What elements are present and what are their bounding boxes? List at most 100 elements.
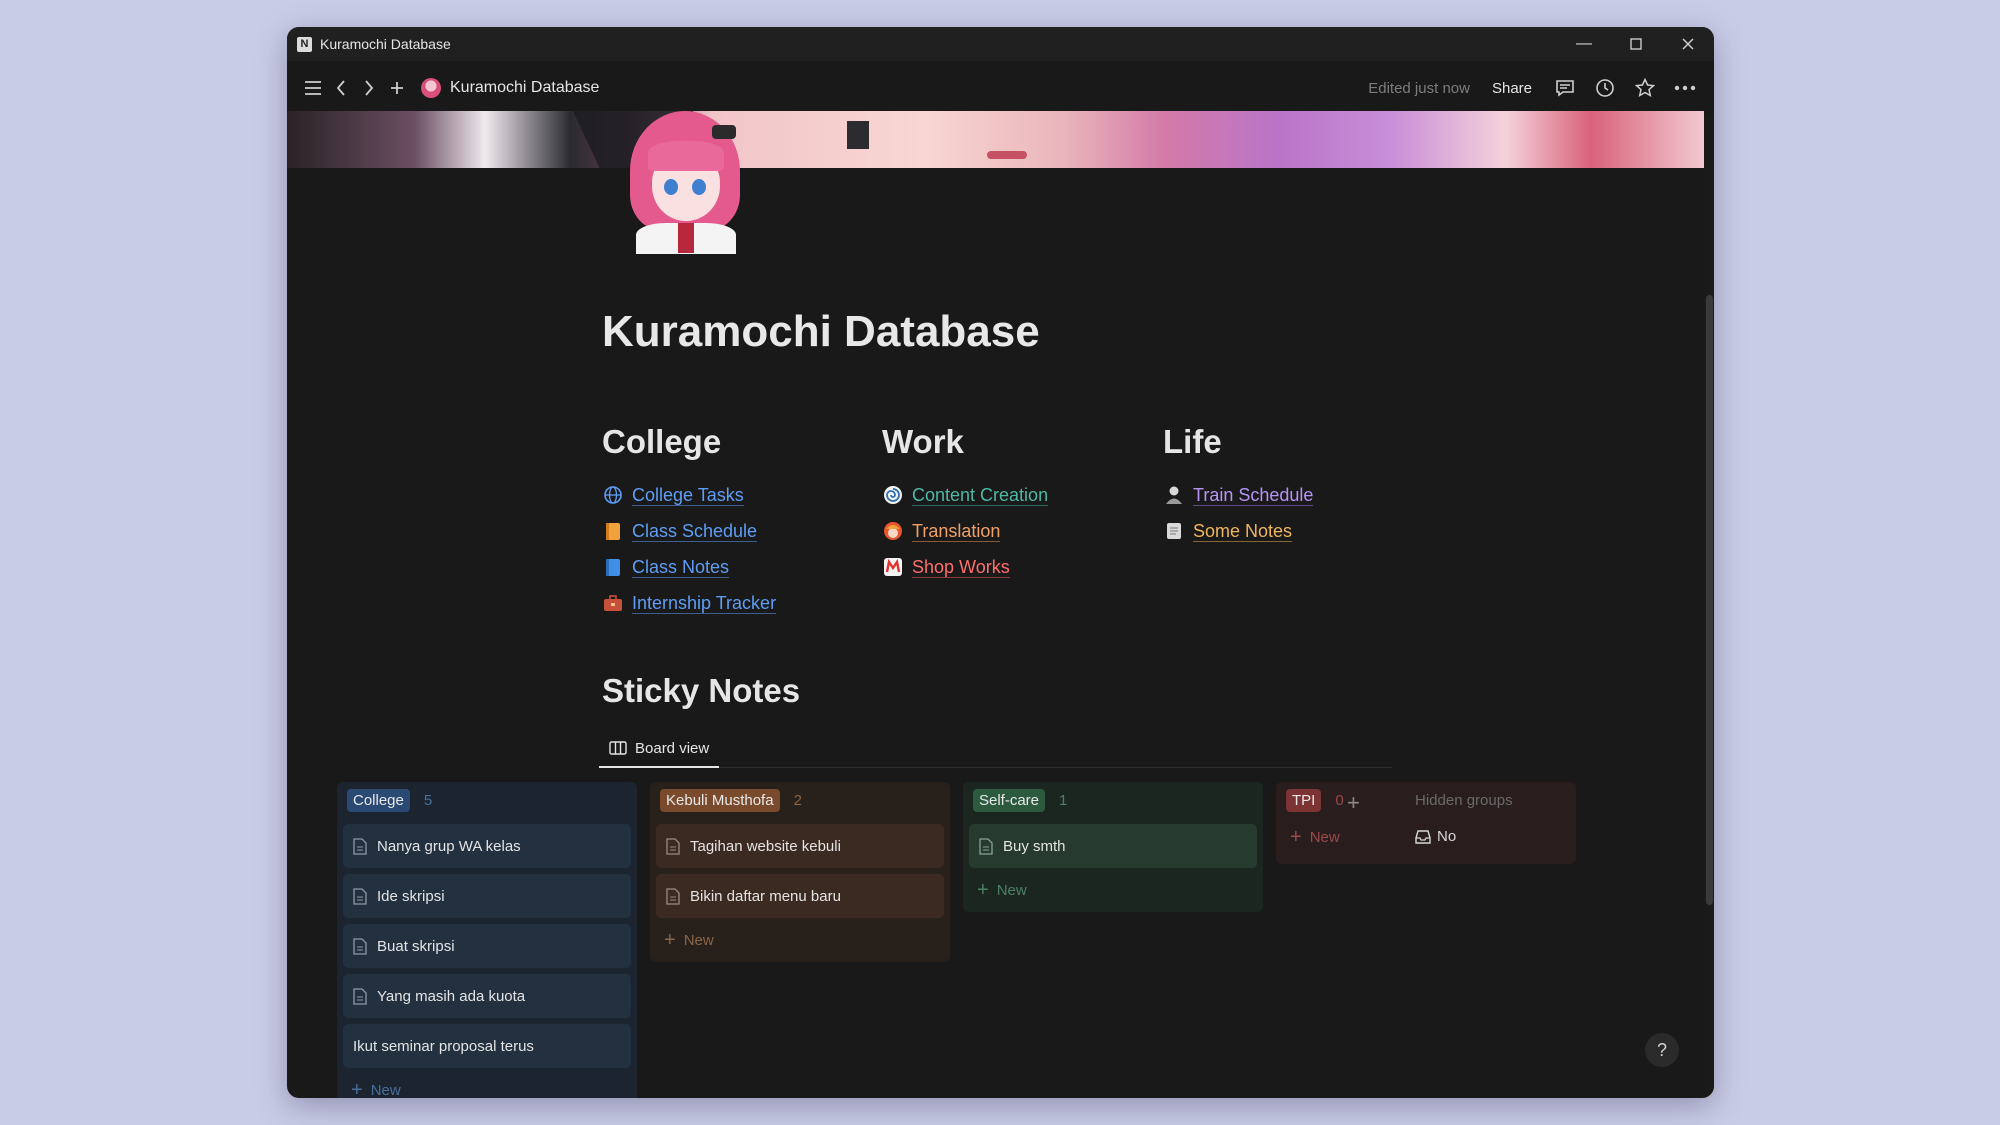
card-title: Ikut seminar proposal terus	[353, 1037, 534, 1055]
link-some-notes[interactable]: Some Notes	[1163, 513, 1313, 549]
page-doc-icon	[353, 887, 367, 905]
new-label: New	[1309, 828, 1340, 846]
add-group-button[interactable]: +	[1347, 790, 1360, 816]
notebook-blue-icon	[602, 556, 624, 578]
view-tabs: Board view	[599, 730, 1392, 768]
section-heading: Work	[882, 423, 964, 460]
more-options-icon[interactable]	[1670, 73, 1700, 103]
new-label: New	[683, 931, 714, 949]
hidden-group-item[interactable]: No	[1415, 828, 1456, 845]
new-card-button[interactable]: + New	[656, 918, 944, 962]
link-college-tasks[interactable]: College Tasks	[602, 477, 776, 513]
tab-label: Board view	[635, 739, 710, 757]
board-card[interactable]: Tagihan website kebuli	[656, 824, 944, 868]
note-icon	[1163, 520, 1185, 542]
page-doc-icon	[353, 837, 367, 855]
section-work: Work Content Creation Translation Shop W…	[882, 423, 1049, 585]
scrollbar-thumb[interactable]	[1706, 295, 1713, 905]
minimize-icon[interactable]: —	[1558, 27, 1610, 61]
link-train-schedule[interactable]: Train Schedule	[1163, 477, 1314, 513]
link-content-creation[interactable]: Content Creation	[882, 477, 1049, 513]
board-card[interactable]: Buat skripsi	[343, 924, 631, 968]
column-count: 1	[1059, 791, 1068, 809]
board-card[interactable]: Yang masih ada kuota	[343, 974, 631, 1018]
page-doc-icon	[353, 987, 367, 1005]
link-shop-works[interactable]: Shop Works	[882, 549, 1048, 585]
card-title: Yang masih ada kuota	[377, 987, 526, 1005]
plus-icon: +	[351, 1078, 363, 1099]
shop-logo-icon	[882, 556, 904, 578]
link-translation[interactable]: Translation	[882, 513, 1048, 549]
new-card-button[interactable]: + New	[343, 1068, 631, 1099]
link-label: Content Creation	[912, 484, 1049, 506]
person-icon	[1163, 484, 1185, 506]
help-button[interactable]: ?	[1645, 1033, 1679, 1067]
column-header[interactable]: College 5	[343, 782, 631, 818]
favorite-star-icon[interactable]	[1630, 73, 1660, 103]
share-button[interactable]: Share	[1492, 80, 1532, 97]
link-internship-tracker[interactable]: Internship Tracker	[602, 585, 777, 621]
briefcase-icon	[602, 592, 624, 614]
inbox-icon	[1415, 829, 1431, 844]
card-title: Bikin daftar menu baru	[690, 887, 841, 905]
link-label: College Tasks	[632, 484, 744, 506]
new-card-button[interactable]: + New	[969, 868, 1257, 912]
window-title: Kuramochi Database	[320, 36, 451, 52]
plus-icon: +	[664, 928, 676, 951]
board-card[interactable]: Ikut seminar proposal terus	[343, 1024, 631, 1068]
page-doc-icon	[353, 937, 367, 955]
window-controls: —	[1558, 27, 1714, 61]
page-icon-avatar[interactable]	[612, 111, 754, 254]
column-tag: College	[347, 788, 410, 812]
notebook-orange-icon	[602, 520, 624, 542]
column-header[interactable]: Kebuli Musthofa 2	[656, 782, 944, 818]
tab-board-view[interactable]: Board view	[599, 730, 719, 768]
forward-icon[interactable]	[355, 74, 383, 102]
menu-icon[interactable]	[299, 74, 327, 102]
history-clock-icon[interactable]	[1590, 73, 1620, 103]
link-label: Class Notes	[632, 556, 730, 578]
cover-image[interactable]	[287, 111, 1704, 168]
globe-icon	[602, 484, 624, 506]
edited-status: Edited just now	[1368, 79, 1470, 97]
link-label: Shop Works	[912, 556, 1010, 578]
page-title[interactable]: Kuramochi Database	[602, 307, 1040, 357]
breadcrumb[interactable]: Kuramochi Database	[421, 78, 599, 98]
new-tab-plus-icon[interactable]	[383, 74, 411, 102]
card-title: Buy smth	[1003, 837, 1066, 855]
column-count: 0	[1335, 791, 1344, 809]
section-heading: Life	[1163, 423, 1222, 460]
column-count: 2	[793, 791, 802, 809]
title-bar: N Kuramochi Database —	[287, 27, 1714, 61]
avatar-orange-icon	[882, 520, 904, 542]
page-doc-icon	[666, 837, 680, 855]
board-view-icon	[609, 741, 627, 755]
new-label: New	[996, 881, 1027, 899]
back-icon[interactable]	[327, 74, 355, 102]
board-card[interactable]: Buy smth	[969, 824, 1257, 868]
app-window: N Kuramochi Database — Kuramochi Databas…	[287, 27, 1714, 1098]
board-column-self-care: Self-care 1 Buy smth + New	[963, 782, 1263, 912]
plus-icon: +	[977, 878, 989, 901]
spiral-icon	[882, 484, 904, 506]
link-class-notes[interactable]: Class Notes	[602, 549, 776, 585]
page-toolbar: Kuramochi Database Edited just now Share	[287, 61, 1714, 115]
section-life: Life Train Schedule Some Notes	[1163, 423, 1314, 549]
hidden-groups-label: Hidden groups	[1415, 792, 1513, 809]
plus-icon: +	[1290, 825, 1302, 848]
comments-icon[interactable]	[1550, 73, 1580, 103]
page-avatar-icon	[421, 78, 441, 98]
board-card[interactable]: Nanya grup WA kelas	[343, 824, 631, 868]
section-heading: College	[602, 423, 722, 460]
link-label: Internship Tracker	[632, 592, 777, 614]
page-doc-icon	[979, 837, 993, 855]
close-icon[interactable]	[1662, 27, 1714, 61]
hidden-item-label: No	[1437, 828, 1457, 845]
vertical-scrollbar[interactable]	[1704, 115, 1714, 1098]
link-class-schedule[interactable]: Class Schedule	[602, 513, 776, 549]
card-title: Buat skripsi	[377, 937, 455, 955]
maximize-icon[interactable]	[1610, 27, 1662, 61]
column-header[interactable]: Self-care 1	[969, 782, 1257, 818]
board-card[interactable]: Ide skripsi	[343, 874, 631, 918]
board-card[interactable]: Bikin daftar menu baru	[656, 874, 944, 918]
